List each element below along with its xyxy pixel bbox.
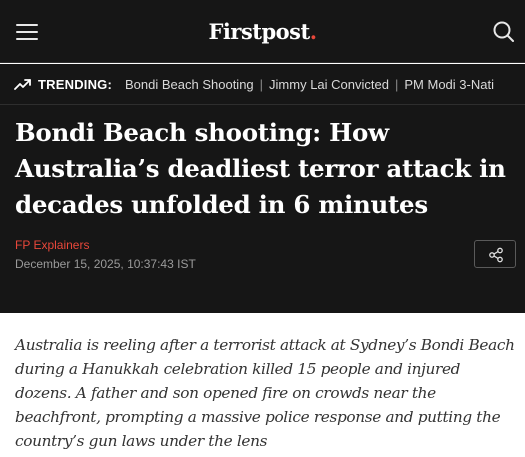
share-button[interactable] bbox=[474, 240, 516, 268]
site-logo[interactable]: Firstpost. bbox=[0, 19, 525, 44]
trending-list: Bondi Beach Shooting | Jimmy Lai Convicted… bbox=[125, 77, 494, 92]
logo-dot: . bbox=[309, 19, 317, 44]
publish-date: December 15, 2025, 10:37:43 IST bbox=[15, 257, 196, 271]
category-link[interactable]: FP Explainers bbox=[15, 238, 89, 252]
trending-up-icon bbox=[14, 77, 32, 91]
trending-item-jimmy-lai-convicted[interactable]: Jimmy Lai Convicted bbox=[269, 77, 389, 92]
search-icon[interactable] bbox=[492, 20, 516, 44]
share-icon bbox=[489, 247, 503, 263]
trending-item-bondi-beach-shooting[interactable]: Bondi Beach Shooting bbox=[125, 77, 254, 92]
trending-separator: | bbox=[259, 77, 264, 92]
trending-bar: TRENDING: Bondi Beach Shooting | Jimmy Lai… bbox=[0, 64, 525, 105]
article-headline: Bondi Beach shooting: How Australia’s de… bbox=[15, 118, 506, 219]
trending-item-pm-modi[interactable]: PM Modi 3-Nati bbox=[404, 77, 494, 92]
top-navigation-bar: Firstpost. bbox=[0, 0, 525, 63]
trending-separator: | bbox=[394, 77, 399, 92]
logo-text: Firstpost bbox=[208, 19, 311, 44]
article-summary: Australia is reeling after a terrorist a… bbox=[15, 336, 515, 450]
article-header: Bondi Beach shooting: How Australia’s de… bbox=[0, 105, 525, 313]
trending-label: TRENDING: bbox=[38, 77, 113, 92]
